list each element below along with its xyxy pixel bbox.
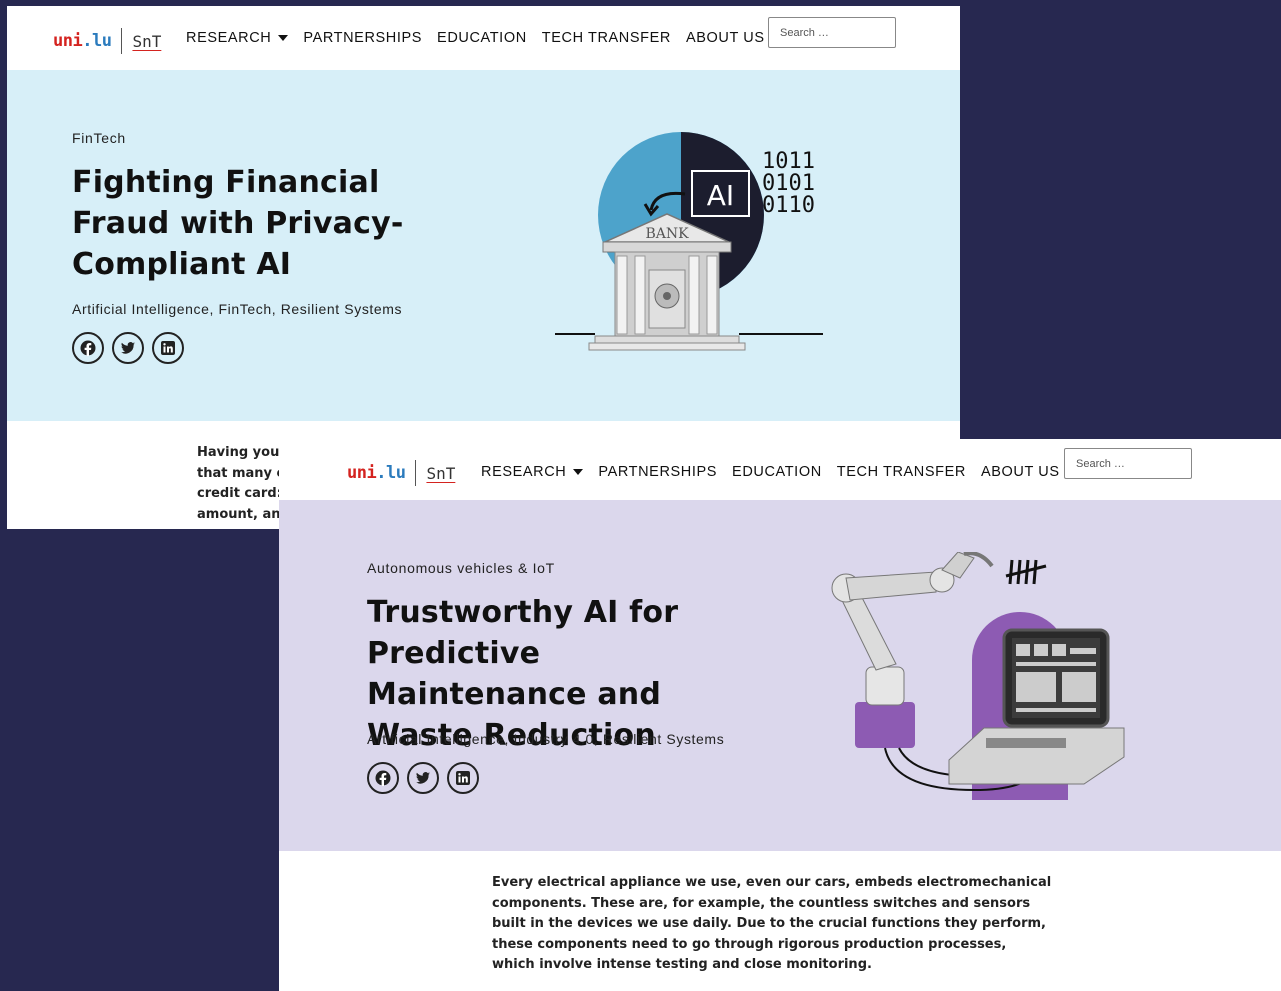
menu-item-tech-transfer[interactable]: TECH TRANSFER [542,30,671,46]
logo-uni-lu: uni.lu [53,31,112,51]
main-menu: RESEARCH PARTNERSHIPS EDUCATION TECH TRA… [481,439,1077,505]
binary-line-3: 0110 [762,193,815,218]
logo-snt: SnT [132,31,162,51]
caret-down-icon [573,469,584,475]
social-share-buttons [72,332,184,364]
logo-snt: SnT [426,463,456,483]
article-tags: Artificial Intelligence, FinTech, Resili… [72,301,403,317]
uni-lu-snt-logo[interactable]: uni.lu SnT [53,28,161,54]
menu-item-education[interactable]: EDUCATION [732,464,822,480]
top-navigation: uni.lu SnT RESEARCH PARTNERSHIPS EDUCATI… [279,439,1281,503]
twitter-icon [416,772,430,784]
control-desk [948,727,1125,785]
article-title: Fighting Financial Fraud with Privacy-Co… [72,165,404,282]
robot-arm-illustration [831,552,1125,800]
facebook-icon [80,340,96,356]
article-category: Autonomous vehicles & IoT [367,560,555,576]
logo-divider [415,460,417,486]
uni-lu-snt-logo[interactable]: uni.lu SnT [347,460,455,486]
twitter-icon [121,342,135,354]
facebook-share-button[interactable] [72,332,104,364]
top-navigation: uni.lu SnT RESEARCH PARTNERSHIPS EDUCATI… [7,6,960,70]
menu-item-partnerships[interactable]: PARTNERSHIPS [303,30,422,46]
hero-section: Autonomous vehicles & IoT Trustworthy AI… [279,500,1281,851]
menu-item-about-us[interactable]: ABOUT US [981,464,1077,480]
menu-item-research[interactable]: RESEARCH [481,464,584,480]
ai-chip-label: AI [707,179,734,212]
search-input[interactable] [1064,448,1192,479]
logo-divider [121,28,123,54]
hero-section: FinTech Fighting Financial Fraud with Pr… [7,70,960,421]
caret-down-icon [278,35,289,41]
facebook-share-button[interactable] [367,762,399,794]
article-tags: Artificial Intelligence, Industry 4.0, R… [367,731,725,747]
menu-item-partnerships[interactable]: PARTNERSHIPS [598,464,717,480]
menu-item-tech-transfer[interactable]: TECH TRANSFER [837,464,966,480]
search-input[interactable] [768,17,896,48]
robot-base-purple [855,702,915,748]
linkedin-share-button[interactable] [447,762,479,794]
robot-arm-upper [845,571,937,601]
linkedin-icon [161,341,175,355]
article-intro-text: Every electrical appliance we use, even … [492,875,1052,972]
logo-uni-lu: uni.lu [347,463,406,483]
browser-window-predictive-maintenance: uni.lu SnT RESEARCH PARTNERSHIPS EDUCATI… [279,439,1281,991]
twitter-share-button[interactable] [407,762,439,794]
bank-ai-illustration: AI 1011 0101 0110 BANK [555,132,823,351]
twitter-share-button[interactable] [112,332,144,364]
menu-item-research[interactable]: RESEARCH [186,30,289,46]
bank-label: BANK [645,226,689,242]
article-category: FinTech [72,130,126,146]
social-share-buttons [367,762,479,794]
linkedin-icon [456,771,470,785]
main-menu: RESEARCH PARTNERSHIPS EDUCATION TECH TRA… [186,6,782,70]
linkedin-share-button[interactable] [152,332,184,364]
facebook-icon [375,770,391,786]
tally-marks-icon [1005,559,1047,585]
menu-item-education[interactable]: EDUCATION [437,30,527,46]
